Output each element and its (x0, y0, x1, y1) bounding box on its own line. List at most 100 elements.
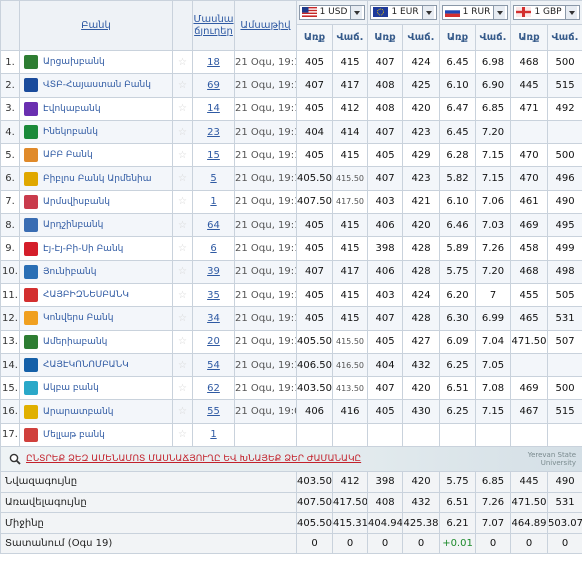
bank-name-link[interactable]: Ինեկոբանկ (43, 127, 98, 137)
branches-link[interactable]: 1 (210, 196, 216, 207)
gbp-currency-select[interactable]: 1 GBP (513, 4, 580, 20)
branches-cell[interactable]: 54 (192, 352, 235, 378)
bank-name-cell[interactable]: ՎՏԲ-Հայաստան Բանկ (19, 73, 173, 98)
bank-name-cell[interactable]: Արցախբանկ (19, 49, 173, 75)
branches-cell[interactable]: 5 (192, 166, 235, 191)
bank-name-link[interactable]: Էյ-Էյ-Բի-Սի Բանկ (43, 244, 123, 254)
rur-currency-header[interactable]: 1 RUR (439, 0, 512, 25)
branches-link[interactable]: 5 (210, 173, 216, 184)
map-banner[interactable]: ԸՆՏՐԵՔ ՁԵԶ ԱՄԵՆԱՄՈՏ ՄԱՍՆԱՃՅՈՒՂԸ ԵՎ ԽՆԱՅԵ… (0, 446, 582, 473)
favorite-star-icon[interactable]: ☆ (172, 306, 193, 331)
branches-cell[interactable]: 18 (192, 49, 235, 75)
favorite-star-icon[interactable]: ☆ (172, 282, 193, 308)
favorite-star-icon[interactable]: ☆ (172, 399, 193, 424)
branches-link[interactable]: 23 (207, 127, 220, 138)
bank-name-cell[interactable]: Արդշինբանկ (19, 213, 173, 238)
usd-currency-header[interactable]: 1 USD (295, 0, 369, 25)
favorite-star-icon[interactable]: ☆ (172, 166, 193, 191)
bank-name-link[interactable]: Ամերիաբանկ (43, 337, 107, 347)
branches-link[interactable]: 18 (207, 57, 220, 68)
bank-name-link[interactable]: Բիբլոս Բանկ Արմենիա (43, 174, 152, 184)
bank-name-cell[interactable]: Բիբլոս Բանկ Արմենիա (19, 166, 173, 191)
branches-sort-link[interactable]: Մասնաճյուղեր (194, 14, 234, 37)
branches-link[interactable]: 14 (207, 103, 220, 114)
favorite-star-icon[interactable]: ☆ (172, 236, 193, 261)
branches-link[interactable]: 20 (207, 336, 220, 347)
bank-name-cell[interactable]: Արմսվիսբանկ (19, 189, 173, 215)
branches-link[interactable]: 39 (207, 266, 220, 277)
bank-name-link[interactable]: ՀԱՅԲԻԶՆԵՍԲԱՆԿ (43, 290, 129, 300)
usd-buy-header[interactable]: Առք (296, 24, 333, 51)
gbp-sell-header[interactable]: Վաճ. (547, 24, 582, 51)
branches-link[interactable]: 55 (207, 406, 220, 417)
branches-cell[interactable]: 64 (192, 213, 235, 238)
bank-name-link[interactable]: ՀԱՅԷԿՈՆՈՄԲԱՆԿ (43, 360, 129, 370)
favorite-star-icon[interactable]: ☆ (172, 73, 193, 98)
eur-currency-select[interactable]: 1 EUR (370, 4, 437, 20)
favorite-star-icon[interactable]: ☆ (172, 259, 193, 284)
bank-column-header[interactable]: Բանկ (19, 0, 173, 51)
bank-name-link[interactable]: ԱԲԲ Բանկ (43, 150, 93, 160)
branches-cell[interactable]: 1 (192, 189, 235, 215)
bank-name-cell[interactable]: Էյ-Էյ-Բի-Սի Բանկ (19, 236, 173, 261)
bank-name-link[interactable]: Ակբա բանկ (43, 383, 99, 393)
branches-link[interactable]: 54 (207, 360, 220, 371)
favorite-star-icon[interactable]: ☆ (172, 189, 193, 215)
favorite-star-icon[interactable]: ☆ (172, 329, 193, 354)
favorite-star-icon[interactable]: ☆ (172, 96, 193, 121)
branches-link[interactable]: 64 (207, 220, 220, 231)
bank-name-cell[interactable]: Ինեկոբանկ (19, 119, 173, 145)
eur-sell-header[interactable]: Վաճ. (402, 24, 441, 51)
branches-cell[interactable]: 35 (192, 282, 235, 308)
map-link[interactable]: ԸՆՏՐԵՔ ՁԵԶ ԱՄԵՆԱՄՈՏ ՄԱՍՆԱՃՅՈՒՂԸ ԵՎ ԽՆԱՅԵ… (1, 447, 582, 471)
bank-name-cell[interactable]: Արարատբանկ (19, 399, 173, 424)
branches-link[interactable]: 62 (207, 383, 220, 394)
bank-name-link[interactable]: Արցախբանկ (43, 57, 105, 67)
branches-cell[interactable]: 23 (192, 119, 235, 145)
bank-name-link[interactable]: Մելլաթ բանկ (43, 430, 105, 440)
usd-currency-select[interactable]: 1 USD (298, 4, 366, 20)
rur-buy-header[interactable]: Առք (439, 24, 477, 51)
map-banner-text[interactable]: ԸՆՏՐԵՔ ՁԵԶ ԱՄԵՆԱՄՈՏ ՄԱՍՆԱՃՅՈՒՂԸ ԵՎ ԽՆԱՅԵ… (26, 454, 361, 464)
bank-name-link[interactable]: Էվոկաբանկ (43, 104, 101, 114)
bank-name-cell[interactable]: Յունիբանկ (19, 259, 173, 284)
eur-currency-header[interactable]: 1 EUR (367, 0, 441, 25)
bank-name-link[interactable]: Արարատբանկ (43, 407, 113, 417)
bank-name-cell[interactable]: Ակբա բանկ (19, 376, 173, 401)
favorite-star-icon[interactable]: ☆ (172, 143, 193, 168)
branches-cell[interactable]: 55 (192, 399, 235, 424)
date-column-header[interactable]: Ամսաթիվ (234, 0, 297, 51)
bank-name-cell[interactable]: Կոնվերս Բանկ (19, 306, 173, 331)
bank-sort-link[interactable]: Բանկ (81, 20, 111, 31)
branches-link[interactable]: 1 (210, 429, 216, 440)
bank-name-cell[interactable]: Էվոկաբանկ (19, 96, 173, 121)
bank-name-link[interactable]: Յունիբանկ (43, 267, 96, 277)
branches-cell[interactable]: 39 (192, 259, 235, 284)
branches-cell[interactable]: 20 (192, 329, 235, 354)
branches-cell[interactable]: 1 (192, 422, 235, 448)
bank-name-cell[interactable]: Մելլաթ բանկ (19, 422, 173, 448)
bank-name-link[interactable]: Արմսվիսբանկ (43, 197, 110, 207)
bank-name-cell[interactable]: ՀԱՅԷԿՈՆՈՄԲԱՆԿ (19, 352, 173, 378)
branches-cell[interactable]: 69 (192, 73, 235, 98)
branches-cell[interactable]: 14 (192, 96, 235, 121)
gbp-buy-header[interactable]: Առք (510, 24, 549, 51)
branches-link[interactable]: 35 (207, 290, 220, 301)
rur-sell-header[interactable]: Վաճ. (475, 24, 512, 51)
bank-name-cell[interactable]: Ամերիաբանկ (19, 329, 173, 354)
favorite-star-icon[interactable]: ☆ (172, 422, 193, 448)
favorite-star-icon[interactable]: ☆ (172, 376, 193, 401)
branches-link[interactable]: 34 (207, 313, 220, 324)
branches-cell[interactable]: 34 (192, 306, 235, 331)
eur-buy-header[interactable]: Առք (367, 24, 404, 51)
bank-name-link[interactable]: ՎՏԲ-Հայաստան Բանկ (43, 80, 151, 90)
bank-name-link[interactable]: Կոնվերս Բանկ (43, 313, 113, 323)
bank-name-cell[interactable]: ՀԱՅԲԻԶՆԵՍԲԱՆԿ (19, 282, 173, 308)
branches-cell[interactable]: 6 (192, 236, 235, 261)
branches-link[interactable]: 69 (207, 80, 220, 91)
favorite-star-icon[interactable]: ☆ (172, 213, 193, 238)
branches-column-header[interactable]: Մասնաճյուղեր (192, 0, 235, 51)
favorite-star-icon[interactable]: ☆ (172, 352, 193, 378)
branches-link[interactable]: 6 (210, 243, 216, 254)
favorite-star-icon[interactable]: ☆ (172, 119, 193, 145)
